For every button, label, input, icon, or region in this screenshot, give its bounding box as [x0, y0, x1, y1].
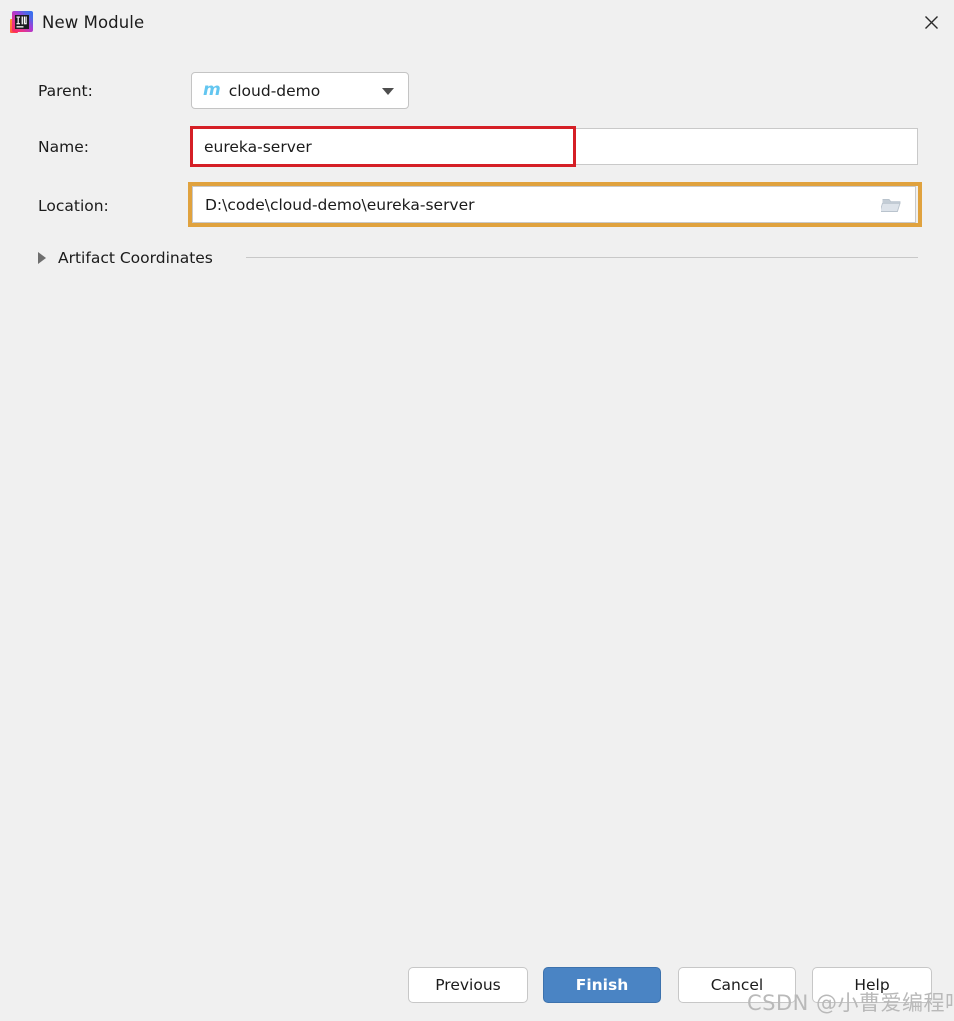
parent-combobox[interactable]: m cloud-demo [191, 72, 409, 109]
artifact-coordinates-label: Artifact Coordinates [58, 249, 213, 267]
folder-open-icon[interactable] [879, 196, 903, 214]
parent-label: Parent: [38, 82, 93, 100]
artifact-coordinates-expander[interactable]: Artifact Coordinates [38, 246, 213, 270]
close-button[interactable] [908, 0, 954, 44]
maven-module-icon: m [203, 80, 221, 100]
intellij-idea-logo-icon [10, 11, 33, 34]
name-input[interactable]: eureka-server [191, 128, 918, 165]
window-titlebar: New Module [0, 0, 954, 46]
chevron-down-icon [382, 88, 394, 95]
location-input-value: D:\code\cloud-demo\eureka-server [205, 195, 475, 214]
name-input-value: eureka-server [204, 137, 312, 156]
location-input[interactable]: D:\code\cloud-demo\eureka-server [192, 186, 916, 223]
help-button[interactable]: Help [812, 967, 932, 1003]
close-icon [924, 15, 939, 30]
parent-selected-value: cloud-demo [228, 81, 321, 100]
chevron-right-icon [38, 252, 46, 264]
previous-button[interactable]: Previous [408, 967, 528, 1003]
name-label: Name: [38, 138, 89, 156]
artifact-coordinates-separator [246, 257, 918, 258]
window-title: New Module [42, 13, 145, 32]
finish-button[interactable]: Finish [543, 967, 661, 1003]
location-label: Location: [38, 197, 109, 215]
cancel-button[interactable]: Cancel [678, 967, 796, 1003]
